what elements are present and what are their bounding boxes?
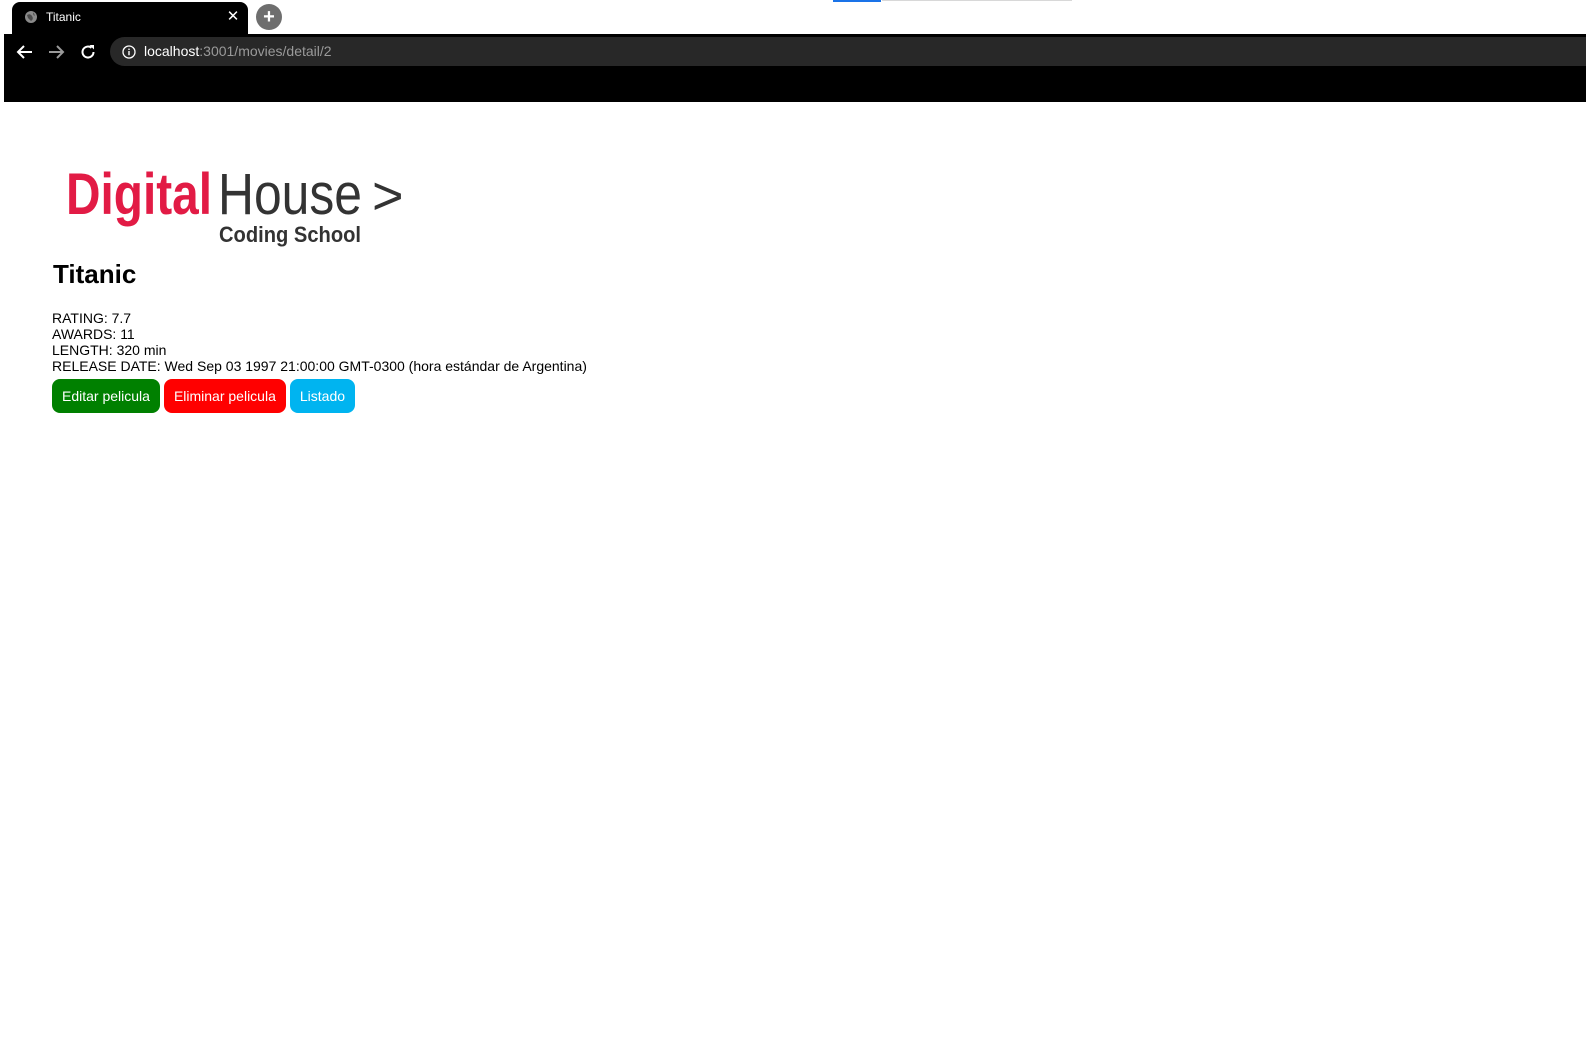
movie-awards: AWARDS: 11 [52,326,135,342]
movie-actions: Editar pelicula Eliminar pelicula Listad… [52,379,356,413]
address-path: :3001/movies/detail/2 [199,43,332,59]
logo-brand-secondary: House [218,162,362,227]
edit-movie-button[interactable]: Editar pelicula [52,379,160,413]
back-button[interactable] [13,40,37,64]
movie-list-button[interactable]: Listado [289,379,356,413]
tab-title: Titanic [46,10,81,24]
page-title: Titanic [53,259,137,289]
info-icon[interactable] [122,45,136,59]
digital-house-logo: Digital House > Coding School [66,162,404,247]
reload-button[interactable] [76,40,100,64]
address-bar[interactable]: localhost:3001/movies/detail/2 [110,37,1586,66]
tab-strip: Titanic ✕ + [0,0,1586,34]
logo-brand-primary: Digital [66,162,212,227]
tab-strip-indicator [833,0,881,2]
movie-length: LENGTH: 320 min [52,342,167,358]
arrow-left-icon [16,45,32,59]
movie-rating: RATING: 7.7 [52,310,132,326]
movie-details: RATING: 7.7 AWARDS: 11 LENGTH: 320 min R… [52,310,587,374]
address-url[interactable]: localhost:3001/movies/detail/2 [144,43,332,59]
movie-release-date: RELEASE DATE: Wed Sep 03 1997 21:00:00 G… [52,358,587,374]
tab-strip-divider [882,0,1072,1]
forward-button[interactable] [44,40,68,64]
arrow-right-icon [49,45,65,59]
logo-arrow: > [372,166,404,226]
logo-tagline: Coding School [219,222,361,247]
close-icon[interactable]: ✕ [224,8,242,26]
page-content: Digital House > Coding School Titanic RA… [4,102,1586,1037]
browser-toolbar: localhost:3001/movies/detail/2 [4,34,1586,102]
new-tab-button[interactable]: + [256,4,282,30]
browser-tab-active[interactable]: Titanic ✕ [12,2,248,34]
address-host: localhost [144,43,200,59]
globe-icon [25,11,37,23]
reload-icon [81,45,95,59]
delete-movie-button[interactable]: Eliminar pelicula [163,379,286,413]
